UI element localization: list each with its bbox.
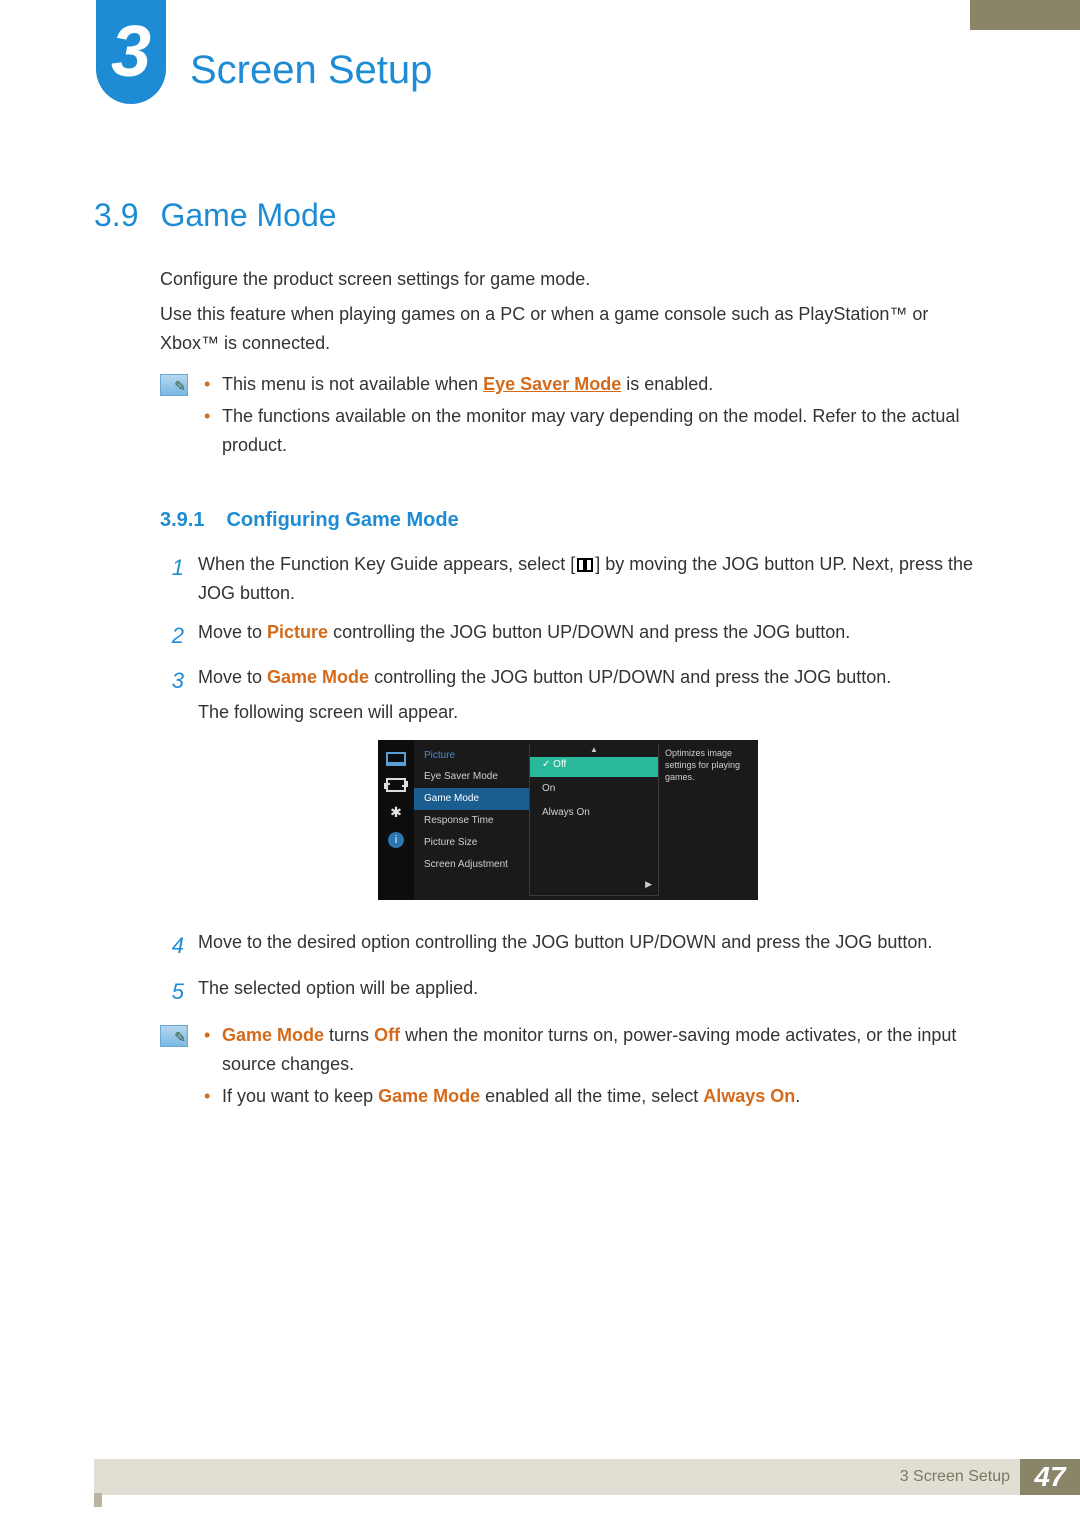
osd-menu: Picture Eye Saver Mode Game Mode Respons… xyxy=(414,740,529,900)
step3-pre: Move to xyxy=(198,667,267,687)
osd-option-on: On xyxy=(530,777,658,801)
subsection-title: Configuring Game Mode xyxy=(226,504,458,536)
note2-kw4: Always On xyxy=(703,1086,795,1106)
osd-sidebar: ✱ i xyxy=(378,740,414,900)
right-arrow-icon: ▶ xyxy=(645,877,652,891)
note-box-2: Game Mode turns Off when the monitor tur… xyxy=(160,1021,986,1115)
chapter-number-badge: 3 xyxy=(96,0,166,104)
note-icon xyxy=(160,374,188,396)
step3-extra: The following screen will appear. xyxy=(198,698,986,727)
note1-bullet-2: The functions available on the monitor m… xyxy=(204,402,986,460)
step2-keyword: Picture xyxy=(267,622,328,642)
section-number: 3.9 xyxy=(94,190,138,241)
header-accent xyxy=(970,0,1080,30)
note2-mid2: enabled all the time, select xyxy=(480,1086,703,1106)
step-3: Move to Game Mode controlling the JOG bu… xyxy=(198,663,986,919)
settings-icon: ✱ xyxy=(386,804,406,820)
step3-keyword: Game Mode xyxy=(267,667,369,687)
osd-item-game-mode: Game Mode xyxy=(414,788,529,810)
note2-mid1: turns xyxy=(324,1025,374,1045)
step-1: When the Function Key Guide appears, sel… xyxy=(198,550,986,608)
menu-icon xyxy=(577,558,593,572)
chapter-title: Screen Setup xyxy=(190,38,432,102)
step-number-4: 4 xyxy=(160,928,184,963)
monitor-icon xyxy=(386,752,406,766)
eye-saver-mode-link[interactable]: Eye Saver Mode xyxy=(483,374,621,394)
info-icon: i xyxy=(388,832,404,848)
intro-paragraph-2: Use this feature when playing games on a… xyxy=(160,300,986,358)
step-5: The selected option will be applied. xyxy=(198,974,986,1009)
note2-kw2: Off xyxy=(374,1025,400,1045)
osd-options: ▲ Off On Always On ▶ xyxy=(529,744,659,896)
step2-post: controlling the JOG button UP/DOWN and p… xyxy=(328,622,850,642)
step2-pre: Move to xyxy=(198,622,267,642)
note-icon xyxy=(160,1025,188,1047)
up-arrow-icon: ▲ xyxy=(530,744,658,757)
note-box-1: This menu is not available when Eye Save… xyxy=(160,370,986,464)
step-2: Move to Picture controlling the JOG butt… xyxy=(198,618,986,653)
note2-pre2: If you want to keep xyxy=(222,1086,378,1106)
note1-b1-pre: This menu is not available when xyxy=(222,374,483,394)
osd-screenshot: ✱ i Picture Eye Saver Mode Game Mode Res… xyxy=(378,740,758,900)
picture-icon xyxy=(386,778,406,792)
osd-option-always-on: Always On xyxy=(530,801,658,825)
step-number-3: 3 xyxy=(160,663,184,919)
osd-item-screen-adjustment: Screen Adjustment xyxy=(414,854,529,876)
section-title: Game Mode xyxy=(160,190,336,241)
note1-b1-post: is enabled. xyxy=(621,374,713,394)
note2-bullet-1: Game Mode turns Off when the monitor tur… xyxy=(204,1021,986,1079)
note1-bullet-1: This menu is not available when Eye Save… xyxy=(204,370,986,399)
note2-kw1: Game Mode xyxy=(222,1025,324,1045)
note2-post2: . xyxy=(795,1086,800,1106)
footer-bar: 3 Screen Setup 47 xyxy=(94,1459,1080,1495)
step-4: Move to the desired option controlling t… xyxy=(198,928,986,963)
intro-paragraph-1: Configure the product screen settings fo… xyxy=(160,265,986,294)
note2-bullet-2: If you want to keep Game Mode enabled al… xyxy=(204,1082,986,1111)
osd-item-response-time: Response Time xyxy=(414,810,529,832)
osd-tooltip: Optimizes image settings for playing gam… xyxy=(659,740,749,900)
step-number-1: 1 xyxy=(160,550,184,608)
page-number: 47 xyxy=(1020,1459,1080,1495)
osd-item-eye-saver: Eye Saver Mode xyxy=(414,766,529,788)
footer-accent xyxy=(94,1493,102,1507)
note2-kw3: Game Mode xyxy=(378,1086,480,1106)
step1-pre: When the Function Key Guide appears, sel… xyxy=(198,554,575,574)
osd-menu-title: Picture xyxy=(414,746,529,766)
footer-chapter-text: 3 Screen Setup xyxy=(900,1464,1010,1490)
subsection-number: 3.9.1 xyxy=(160,504,204,536)
step-number-5: 5 xyxy=(160,974,184,1009)
step-number-2: 2 xyxy=(160,618,184,653)
step3-post: controlling the JOG button UP/DOWN and p… xyxy=(369,667,891,687)
osd-item-picture-size: Picture Size xyxy=(414,832,529,854)
